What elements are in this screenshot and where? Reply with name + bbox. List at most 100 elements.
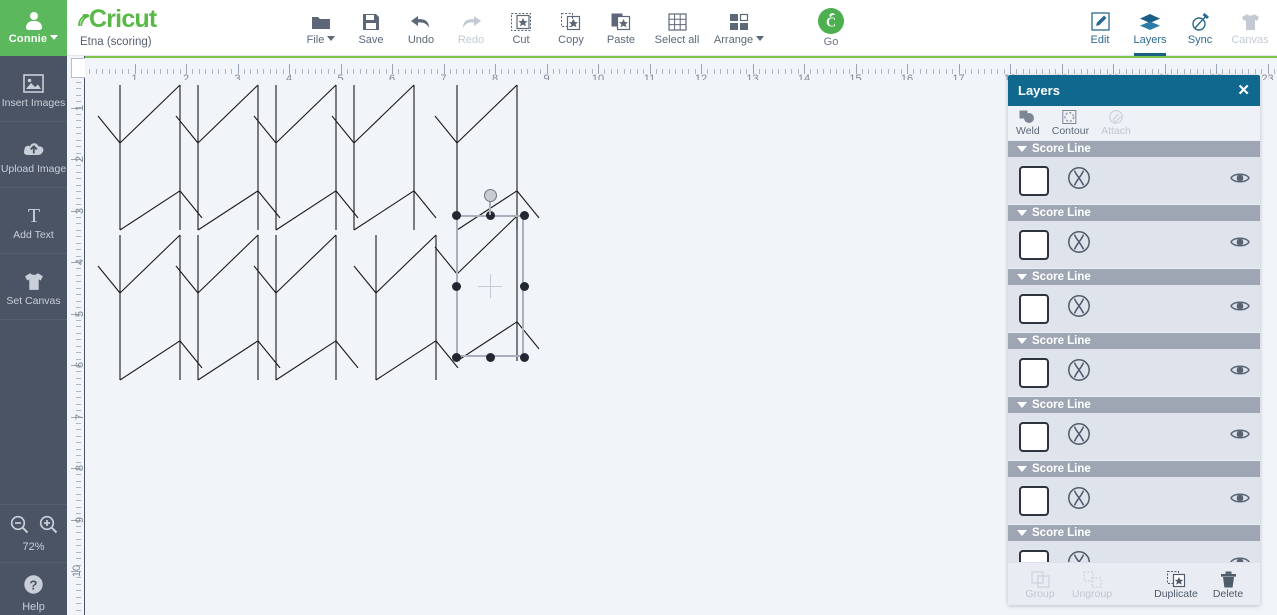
chevron-down-icon[interactable] [1017,210,1027,216]
paste-button[interactable]: Paste [596,0,646,56]
selection-handle-4[interactable] [519,281,529,291]
ruler-minor-tick [76,377,81,379]
rune-shape[interactable] [175,234,281,381]
ruler-label: 12 [694,73,708,80]
layer-row[interactable] [1008,157,1260,204]
layer-row[interactable] [1008,413,1260,460]
rune-shape[interactable] [253,234,359,381]
layer-row[interactable] [1008,285,1260,332]
layers-list[interactable]: Score Line Score Line Score Line Score Line… [1008,140,1260,605]
selection-handle-7[interactable] [519,352,529,362]
layer-color-swatch[interactable] [1019,485,1049,516]
score-line-icon[interactable] [1067,358,1091,387]
copy-button[interactable]: Copy [546,0,596,56]
go-label: Go [823,36,839,48]
tab-layers[interactable]: Layers [1125,0,1175,56]
close-x-icon[interactable]: ✕ [1237,83,1250,98]
score-line-icon[interactable] [1067,166,1091,195]
sidebar-item-add-text-label: Add Text [13,229,54,241]
paste-icon [611,10,631,31]
zoom-out-icon[interactable] [10,515,29,539]
selection-handle-2[interactable] [519,210,529,220]
layer-row[interactable] [1008,221,1260,268]
save-button[interactable]: Save [346,0,396,56]
ruler-minor-tick [121,69,123,74]
delete-button[interactable]: Delete [1202,569,1254,600]
tab-sync[interactable]: Sync [1175,0,1225,56]
ruler-minor-tick [250,69,252,74]
select-all-label: Select all [654,34,700,46]
select-all-button[interactable]: Select all [646,0,708,56]
chevron-down-icon[interactable] [1017,338,1027,344]
layer-color-swatch[interactable] [1019,293,1049,324]
layer-color-swatch[interactable] [1019,229,1049,260]
arrange-menu-button[interactable]: Arrange [708,0,770,56]
vertical-ruler[interactable]: 1 2 3 4 5 6 7 8 9 10 [67,80,85,615]
sidebar-item-set-canvas[interactable]: Set Canvas [0,254,67,320]
rune-shape[interactable] [434,84,540,231]
contour-button[interactable]: Contour [1052,110,1089,137]
ruler-minor-tick [810,69,812,74]
eye-icon[interactable] [1230,235,1250,254]
chevron-down-icon[interactable] [1017,530,1027,536]
layer-group-header[interactable]: Score Line [1008,460,1260,477]
account-menu[interactable]: Connie [0,0,67,56]
rune-shape[interactable] [175,84,281,231]
eye-icon[interactable] [1230,299,1250,318]
cut-button[interactable]: Cut [496,0,546,56]
ruler-minor-tick [739,69,741,74]
score-line-icon[interactable] [1067,422,1091,451]
rune-shape[interactable] [97,84,203,231]
rune-shape[interactable] [331,84,437,231]
ruler-label: 8 [73,464,85,472]
chevron-down-icon[interactable] [1017,466,1027,472]
layer-group-header[interactable]: Score Line [1008,332,1260,349]
selection-handle-5[interactable] [451,352,461,362]
eye-icon[interactable] [1230,427,1250,446]
layer-group-header[interactable]: Score Line [1008,140,1260,157]
rotation-handle[interactable] [483,188,497,202]
help-button[interactable]: ? Help [0,563,67,615]
layer-group-header[interactable]: Score Line [1008,204,1260,221]
layer-row[interactable] [1008,349,1260,396]
sidebar-item-upload-image[interactable]: Upload Image [0,122,67,188]
layer-color-swatch[interactable] [1019,421,1049,452]
ruler-label: 13 [746,73,759,80]
selection-handle-3[interactable] [451,281,461,291]
ruler-minor-tick [881,69,883,74]
ruler-minor-tick [128,69,130,74]
layer-group-header[interactable]: Score Line [1008,524,1260,541]
eye-icon[interactable] [1230,171,1250,190]
file-menu-button[interactable]: File [296,0,346,56]
duplicate-button[interactable]: Duplicate [1150,569,1202,600]
ruler-minor-tick [977,69,979,74]
tab-edit[interactable]: Edit [1075,0,1125,56]
layer-group-header[interactable]: Score Line [1008,396,1260,413]
eye-icon[interactable] [1230,491,1250,510]
eye-icon[interactable] [1230,363,1250,382]
rune-shape[interactable] [97,234,203,381]
undo-button[interactable]: Undo [396,0,446,56]
ruler-minor-tick [76,274,81,276]
zoom-in-icon[interactable] [39,515,58,539]
layer-color-swatch[interactable] [1019,165,1049,196]
sidebar-item-add-text[interactable]: T Add Text [0,188,67,254]
score-line-icon[interactable] [1067,294,1091,323]
weld-button[interactable]: Weld [1016,110,1040,137]
score-line-icon[interactable] [1067,230,1091,259]
selection-handle-6[interactable] [485,352,495,362]
chevron-down-icon[interactable] [1017,274,1027,280]
rune-shape[interactable] [253,84,359,231]
layer-group-header[interactable]: Score Line [1008,268,1260,285]
score-line-icon[interactable] [1067,486,1091,515]
sidebar-item-insert-images[interactable]: Insert Images [0,56,67,122]
ruler-minor-tick [1035,69,1037,74]
layer-color-swatch[interactable] [1019,357,1049,388]
layer-row[interactable] [1008,477,1260,524]
ruler-origin-corner[interactable] [67,56,91,80]
attach-paperclip-icon [1108,110,1124,125]
chevron-down-icon[interactable] [1017,146,1027,152]
chevron-down-icon[interactable] [1017,402,1027,408]
go-button[interactable]: C Go [808,0,854,56]
selection-handle-0[interactable] [451,210,461,220]
